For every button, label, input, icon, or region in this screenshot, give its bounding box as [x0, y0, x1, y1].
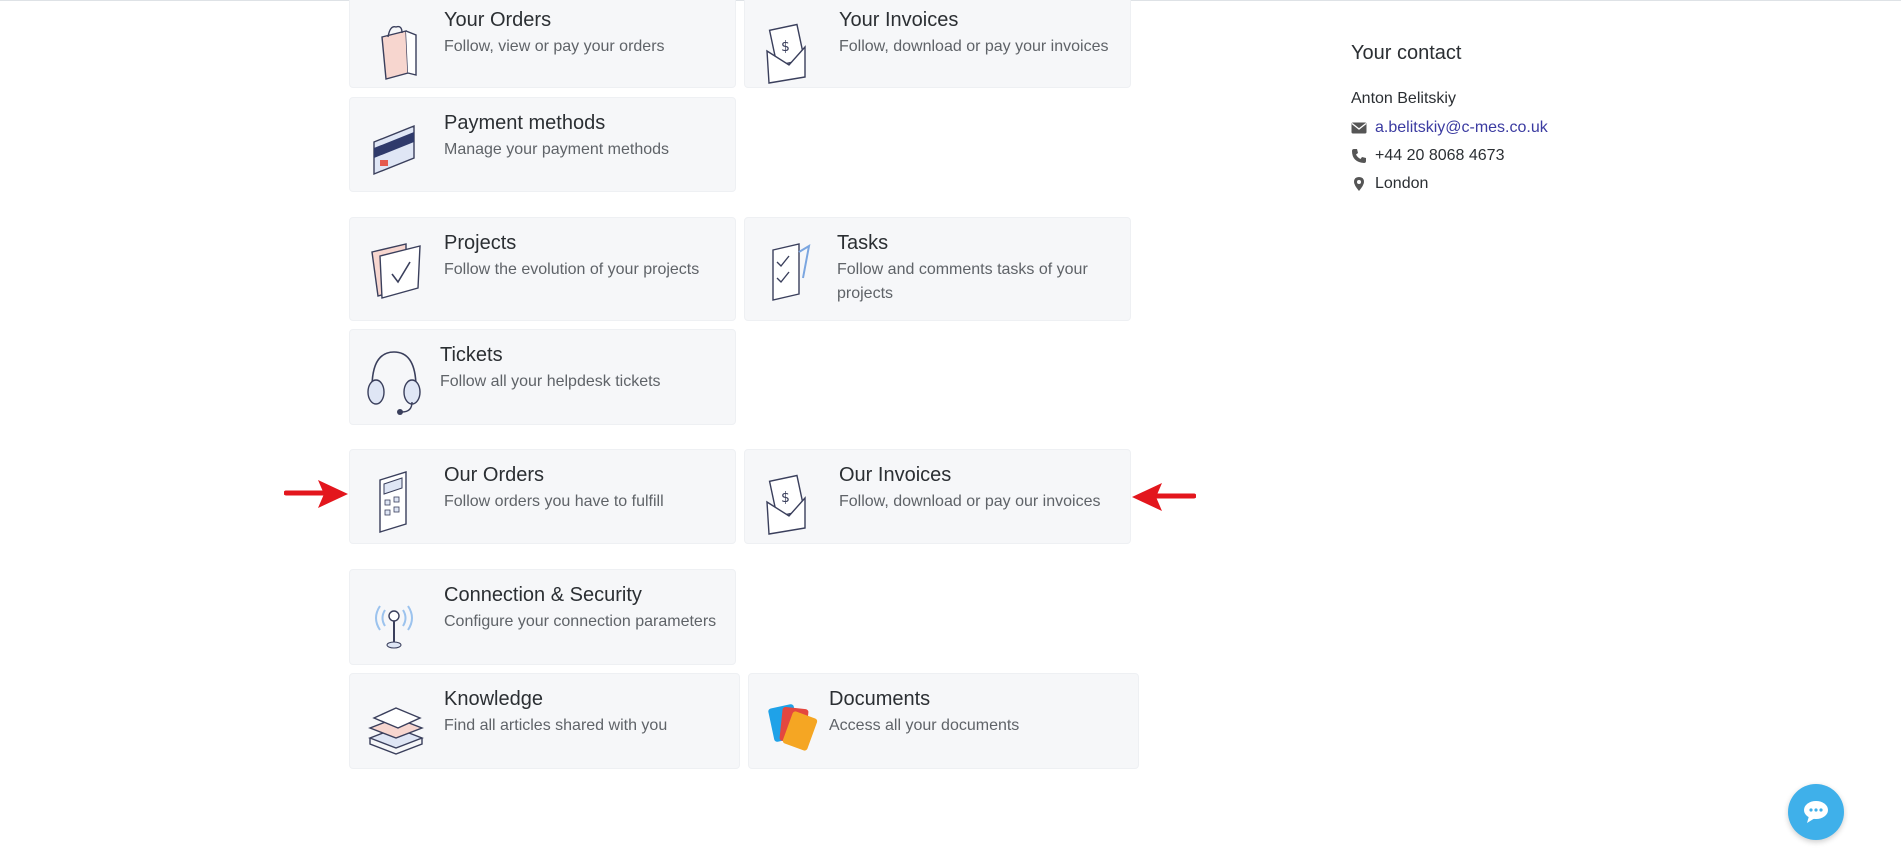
card-description: Access all your documents: [829, 717, 1020, 734]
card-title: Tickets: [440, 344, 503, 366]
card-title: Our Invoices: [839, 464, 952, 486]
card-our-orders[interactable]: Our Orders Follow orders you have to ful…: [349, 449, 736, 544]
card-description: Follow, download or pay your invoices: [839, 38, 1109, 55]
contact-phone: +44 20 8068 4673: [1375, 147, 1505, 164]
card-description: Find all articles shared with you: [444, 717, 668, 734]
envelope-icon: [1351, 122, 1367, 134]
card-knowledge[interactable]: Knowledge Find all articles shared with …: [349, 673, 740, 769]
card-description: Follow all your helpdesk tickets: [440, 373, 661, 390]
antenna-signal-icon: [364, 578, 424, 658]
card-title: Connection & Security: [444, 584, 642, 606]
card-our-invoices[interactable]: $ Our Invoices Follow, download or pay o…: [744, 449, 1131, 544]
chat-button[interactable]: [1788, 784, 1844, 840]
credit-card-icon: [364, 106, 424, 186]
card-documents[interactable]: Documents Access all your documents: [748, 673, 1139, 769]
task-checklist-icon: [759, 228, 819, 308]
card-description: Follow, view or pay your orders: [444, 38, 665, 55]
arrow-right-icon: [284, 480, 348, 508]
card-payment-methods[interactable]: Payment methods Manage your payment meth…: [349, 97, 736, 192]
card-description: Follow orders you have to fulfill: [444, 493, 664, 510]
arrow-left-icon: [1132, 483, 1196, 511]
folder-check-icon: [366, 228, 426, 308]
phone-icon: [1352, 149, 1366, 163]
card-description: Follow the evolution of your projects: [444, 261, 700, 278]
card-title: Your Orders: [444, 9, 552, 31]
card-description: Follow and comments tasks of your projec…: [837, 261, 1088, 302]
card-title: Your Invoices: [839, 9, 959, 31]
card-projects[interactable]: Projects Follow the evolution of your pr…: [349, 217, 736, 321]
contact-name: Anton Belitskiy: [1351, 90, 1456, 107]
card-tickets[interactable]: Tickets Follow all your helpdesk tickets: [349, 329, 736, 425]
card-your-invoices[interactable]: $ Your Invoices Follow, download or pay …: [744, 0, 1131, 88]
svg-text:$: $: [781, 39, 790, 55]
card-title: Projects: [444, 232, 517, 254]
card-description: Manage your payment methods: [444, 141, 670, 158]
card-tasks[interactable]: Tasks Follow and comments tasks of your …: [744, 217, 1131, 321]
card-description: Follow, download or pay our invoices: [839, 493, 1101, 510]
chat-bubble-icon: [1804, 801, 1828, 823]
card-title: Knowledge: [444, 688, 543, 710]
map-marker-icon: [1354, 177, 1364, 191]
contact-email-row: a.belitskiy@c-mes.co.uk: [1351, 119, 1548, 137]
contact-phone-row: +44 20 8068 4673: [1351, 147, 1504, 165]
card-description: Configure your connection parameters: [444, 613, 717, 630]
contact-heading: Your contact: [1351, 42, 1462, 64]
invoice-envelope-icon: $: [759, 7, 819, 87]
calculator-icon: [364, 458, 424, 538]
contact-email-link[interactable]: a.belitskiy@c-mes.co.uk: [1375, 119, 1548, 137]
contact-city: London: [1375, 175, 1429, 192]
documents-icon: [765, 682, 825, 762]
card-title: Our Orders: [444, 464, 545, 486]
card-title: Payment methods: [444, 112, 606, 134]
card-title: Tasks: [837, 232, 889, 254]
books-icon: [364, 682, 424, 762]
card-connection-security[interactable]: Connection & Security Configure your con…: [349, 569, 736, 665]
card-title: Documents: [829, 688, 931, 710]
svg-text:$: $: [781, 490, 790, 506]
shopping-bag-icon: [364, 7, 424, 87]
card-your-orders[interactable]: Your Orders Follow, view or pay your ord…: [349, 0, 736, 88]
headset-icon: [362, 338, 422, 418]
invoice-envelope-icon: $: [759, 458, 819, 538]
contact-location-row: London: [1351, 175, 1428, 193]
